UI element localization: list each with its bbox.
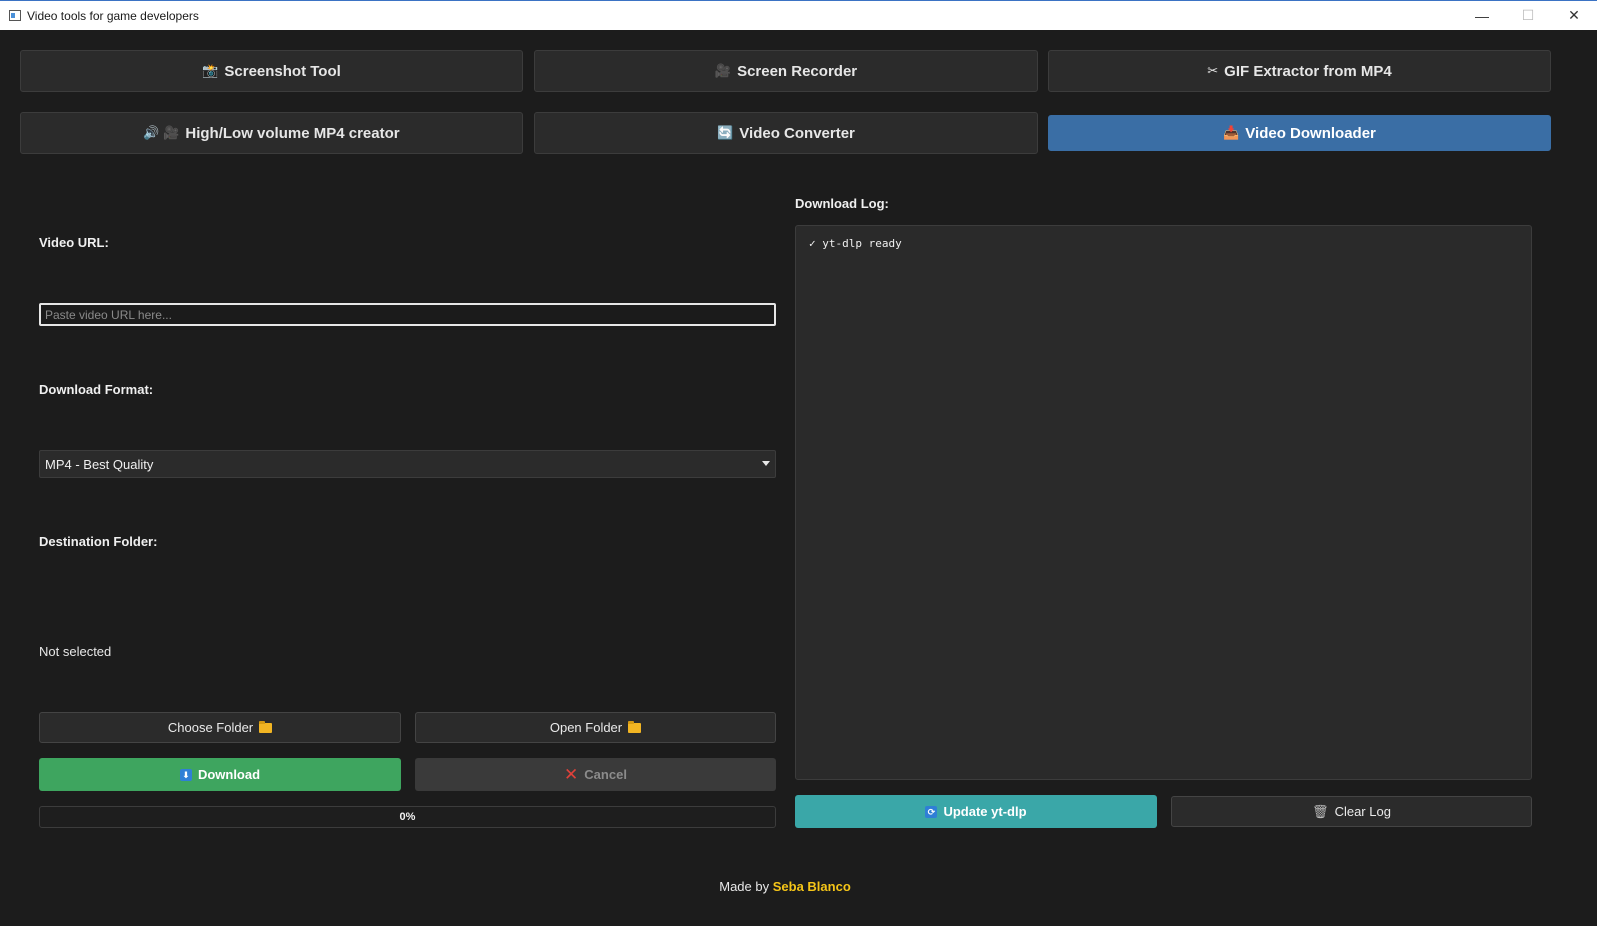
log-line: ✓ yt-dlp ready xyxy=(809,237,902,250)
format-dropdown[interactable]: MP4 - Best Quality xyxy=(39,450,776,478)
trash-icon: 🗑 xyxy=(1312,803,1329,819)
speaker-icon: 🔊 🎥 xyxy=(143,125,180,140)
tab-gif-extractor[interactable]: ✂ GIF Extractor from MP4 xyxy=(1048,50,1551,92)
folder-icon xyxy=(259,720,273,733)
update-label: Update yt-dlp xyxy=(943,804,1027,819)
footer-credit: Made by Seba Blanco xyxy=(0,879,1570,894)
scissors-icon: ✂ xyxy=(1207,63,1219,78)
tab-video-downloader[interactable]: 📥 Video Downloader xyxy=(1048,115,1551,151)
open-folder-button[interactable]: Open Folder xyxy=(415,712,776,743)
download-progress-bar: 0% xyxy=(39,806,776,828)
minimize-button[interactable]: — xyxy=(1459,1,1505,31)
down-arrow-icon: ⬇ xyxy=(179,768,192,781)
cancel-button[interactable]: ✕ Cancel xyxy=(415,758,776,791)
tab-label: Screenshot Tool xyxy=(224,62,341,80)
tab-label: Screen Recorder xyxy=(737,62,858,80)
download-log[interactable]: ✓ yt-dlp ready xyxy=(795,225,1532,780)
maximize-button[interactable]: ☐ xyxy=(1505,1,1551,31)
video-url-label: Video URL: xyxy=(39,235,109,250)
open-folder-label: Open Folder xyxy=(549,720,623,735)
title-bar: Video tools for game developers — ☐ ✕ xyxy=(0,0,1597,30)
open-folder-icon xyxy=(628,720,642,733)
destination-folder-label: Destination Folder: xyxy=(39,534,158,549)
tab-label: High/Low volume MP4 creator xyxy=(185,124,400,142)
tab-label: Video Downloader xyxy=(1245,124,1376,142)
chevron-down-icon xyxy=(762,461,770,466)
tab-volume-mp4-creator[interactable]: 🔊 🎥 High/Low volume MP4 creator xyxy=(20,112,523,154)
tab-screenshot-tool[interactable]: 📸 Screenshot Tool xyxy=(20,50,523,92)
download-log-label: Download Log: xyxy=(795,196,889,211)
download-format-label: Download Format: xyxy=(39,382,154,397)
author-name: Seba Blanco xyxy=(772,879,851,894)
progress-text: 0% xyxy=(399,811,416,823)
clear-log-button[interactable]: 🗑 Clear Log xyxy=(1171,796,1532,827)
tab-video-converter[interactable]: 🔄 Video Converter xyxy=(534,112,1038,154)
tab-label: Video Converter xyxy=(739,124,855,142)
tab-label: GIF Extractor from MP4 xyxy=(1224,62,1392,80)
destination-folder-value: Not selected xyxy=(39,644,112,659)
format-selected-value: MP4 - Best Quality xyxy=(45,456,154,472)
app-icon xyxy=(9,10,21,21)
cancel-label: Cancel xyxy=(584,767,627,782)
clear-log-label: Clear Log xyxy=(1334,804,1391,819)
inbox-download-icon: 📥 xyxy=(1223,125,1240,140)
refresh-icon: ⟳ xyxy=(925,805,938,818)
video-camera-icon: 🎥 xyxy=(714,63,732,78)
refresh-icon: 🔄 xyxy=(717,125,734,140)
update-yt-dlp-button[interactable]: ⟳ Update yt-dlp xyxy=(795,795,1157,828)
footer-prefix: Made by xyxy=(719,879,770,894)
choose-folder-button[interactable]: Choose Folder xyxy=(39,712,401,743)
cross-icon: ✕ xyxy=(564,764,579,784)
choose-folder-label: Choose Folder xyxy=(167,720,254,735)
download-label: Download xyxy=(197,767,261,782)
camera-icon: 📸 xyxy=(202,63,219,78)
video-url-input[interactable] xyxy=(39,303,776,326)
download-button[interactable]: ⬇ Download xyxy=(39,758,401,791)
tab-screen-recorder[interactable]: 🎥 Screen Recorder xyxy=(534,50,1038,92)
window-title: Video tools for game developers xyxy=(27,8,199,23)
close-button[interactable]: ✕ xyxy=(1551,1,1597,31)
